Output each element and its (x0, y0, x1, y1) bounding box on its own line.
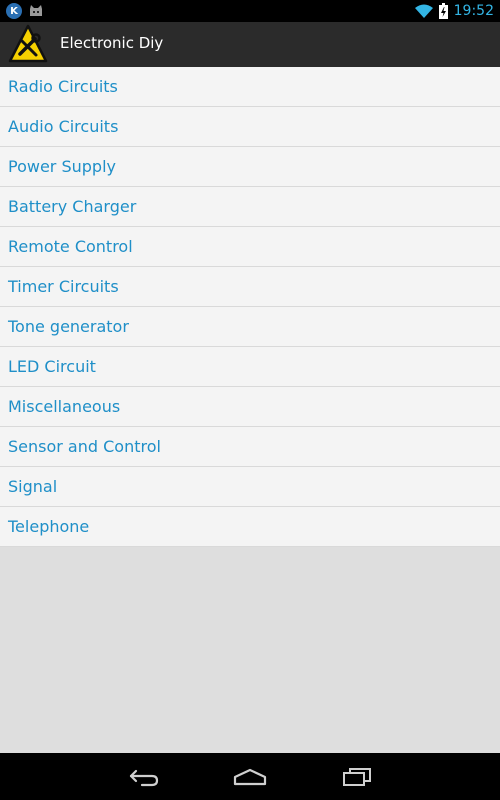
category-list: Radio Circuits Audio Circuits Power Supp… (0, 67, 500, 547)
clock: 19:52 (453, 3, 494, 19)
list-item-label: Timer Circuits (8, 277, 119, 296)
list-item[interactable]: Battery Charger (0, 187, 500, 227)
list-item[interactable]: Remote Control (0, 227, 500, 267)
list-item[interactable]: Miscellaneous (0, 387, 500, 427)
cat-icon (30, 5, 42, 16)
back-button[interactable] (126, 765, 162, 789)
list-item[interactable]: Timer Circuits (0, 267, 500, 307)
wifi-icon (414, 4, 433, 18)
k-icon: K (6, 3, 22, 19)
action-bar: Electronic Diy (0, 22, 500, 67)
list-item[interactable]: Sensor and Control (0, 427, 500, 467)
list-item[interactable]: Audio Circuits (0, 107, 500, 147)
list-item-label: Telephone (8, 517, 90, 536)
list-item[interactable]: Signal (0, 467, 500, 507)
list-item-label: Remote Control (8, 237, 133, 256)
list-item[interactable]: Power Supply (0, 147, 500, 187)
list-item[interactable]: Radio Circuits (0, 67, 500, 107)
app-title: Electronic Diy (60, 34, 164, 52)
home-button[interactable] (232, 765, 268, 789)
list-item-label: Signal (8, 477, 58, 496)
status-bar: K 19:52 (0, 0, 500, 22)
warning-tools-icon[interactable] (8, 24, 48, 64)
recents-icon (343, 768, 371, 786)
system-status: 19:52 (414, 2, 494, 20)
content-area: Radio Circuits Audio Circuits Power Supp… (0, 67, 500, 753)
navigation-bar (0, 753, 500, 800)
home-icon (233, 768, 267, 786)
list-item-label: Miscellaneous (8, 397, 121, 416)
list-item-label: Battery Charger (8, 197, 137, 216)
list-item-label: Sensor and Control (8, 437, 161, 456)
list-item[interactable]: Telephone (0, 507, 500, 547)
battery-icon (438, 3, 448, 19)
list-item-label: Audio Circuits (8, 117, 119, 136)
notification-icons: K (6, 3, 44, 19)
list-item-label: Power Supply (8, 157, 116, 176)
list-item-label: Radio Circuits (8, 77, 118, 96)
list-item[interactable]: LED Circuit (0, 347, 500, 387)
recents-button[interactable] (338, 765, 374, 789)
back-icon (129, 769, 159, 787)
list-item-label: LED Circuit (8, 357, 96, 376)
list-item-label: Tone generator (8, 317, 129, 336)
list-item[interactable]: Tone generator (0, 307, 500, 347)
